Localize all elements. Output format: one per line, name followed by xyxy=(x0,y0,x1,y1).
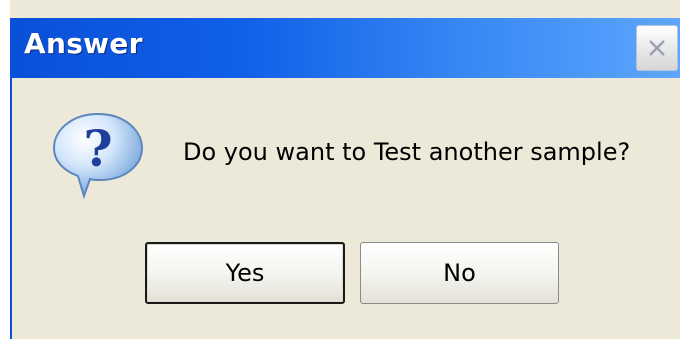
question-icon: ? xyxy=(52,112,144,200)
close-icon xyxy=(649,40,665,56)
svg-text:?: ? xyxy=(83,119,112,178)
yes-button[interactable]: Yes xyxy=(145,242,345,304)
title-bar[interactable]: Answer xyxy=(10,18,680,78)
no-button-label: No xyxy=(443,259,476,287)
no-button[interactable]: No xyxy=(360,242,559,304)
dialog-title: Answer xyxy=(24,27,143,60)
yes-button-label: Yes xyxy=(225,259,265,287)
close-button[interactable] xyxy=(636,25,678,71)
answer-dialog: Answer ? Do you want to Test another sam… xyxy=(10,0,680,339)
dialog-message: Do you want to Test another sample? xyxy=(183,138,631,166)
